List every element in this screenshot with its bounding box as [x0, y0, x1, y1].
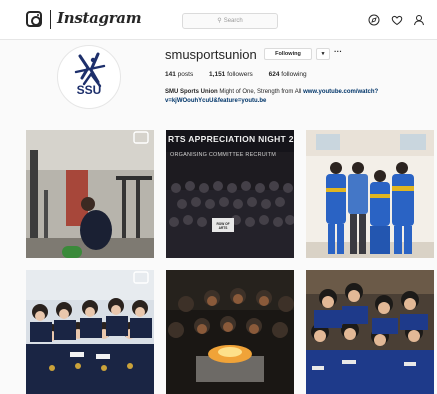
post-image-medalists [26, 270, 154, 394]
compass-icon[interactable] [368, 14, 380, 26]
profile-username: smusportsunion [165, 47, 257, 62]
profile-avatar[interactable]: SSU [57, 45, 121, 109]
post-2-subbanner: ORGANISING COMMITTEE RECRUITM [170, 152, 277, 158]
post-image-gym [26, 130, 154, 258]
post-2-banner: RTS APPRECIATION NIGHT 2 [168, 134, 294, 144]
avatar-text: SSU [76, 83, 102, 97]
search-placeholder: Search [223, 18, 243, 24]
post-tile-1[interactable] [26, 130, 154, 258]
post-image-campfire [166, 270, 294, 394]
heart-icon[interactable] [391, 14, 403, 26]
post-tile-2[interactable]: RTS APPRECIATION NIGHT 2 ORGANISING COMM… [166, 130, 294, 258]
instagram-logo-icon[interactable] [26, 11, 42, 27]
search-input[interactable]: ⚲ Search [182, 13, 278, 29]
dropdown-button[interactable]: ▾ [316, 48, 330, 60]
logo-divider [50, 10, 51, 29]
search-icon: ⚲ [217, 18, 222, 24]
followers-count[interactable]: 1,151 followers [209, 71, 253, 78]
post-image-group-stage [166, 130, 294, 258]
ssu-logo [74, 52, 106, 88]
post-tile-5[interactable] [166, 270, 294, 394]
top-navigation-bar: Instagram ⚲ Search [0, 0, 437, 40]
following-button[interactable]: Following [264, 48, 312, 60]
bio-text: Might of One, Strength from All [219, 89, 302, 95]
chevron-down-icon: ▾ [321, 51, 325, 57]
posts-count: 141 posts [165, 71, 194, 78]
post-tile-4[interactable] [26, 270, 154, 394]
following-count[interactable]: 624 following [269, 71, 307, 78]
person-icon[interactable] [413, 14, 425, 26]
instagram-wordmark[interactable]: Instagram [57, 9, 142, 27]
post-tile-3[interactable] [306, 130, 434, 258]
post-image-team-selfie [306, 270, 434, 394]
bio-name: SMU Sports Union [165, 89, 218, 95]
more-options-icon[interactable]: ··· [334, 47, 342, 56]
post-image-wushu [306, 130, 434, 258]
profile-stats: 141 posts 1,151 followers 624 following [165, 71, 321, 78]
profile-bio: SMU Sports Union Might of One, Strength … [165, 88, 433, 106]
post-2-sign: ROW OF ARTS [216, 222, 230, 230]
post-tile-6[interactable] [306, 270, 434, 394]
